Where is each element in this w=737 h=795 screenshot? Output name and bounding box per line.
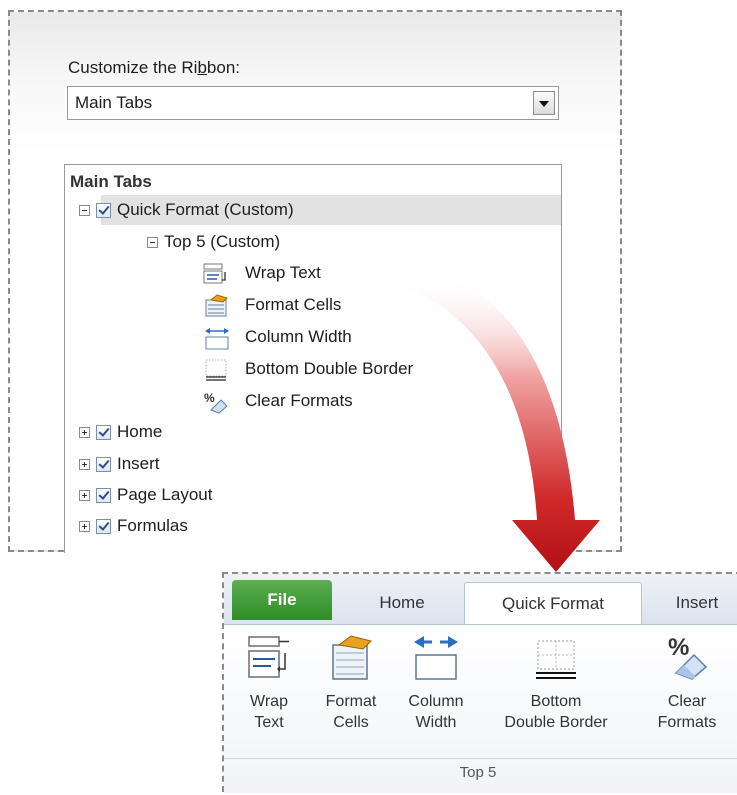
tab-file[interactable]: File: [232, 580, 332, 620]
button-label: Double Border: [504, 714, 608, 731]
wrap-text-icon: [248, 636, 289, 678]
format-cells-button[interactable]: Format Cells: [318, 633, 384, 733]
clear-formats-icon: %: [668, 634, 708, 680]
ribbon-group-top5: Wrap Text Format Cells Column Width Bott…: [224, 624, 737, 793]
ribbon-tab-bar: File Home Quick Format Insert: [224, 574, 737, 625]
button-label: Clear: [667, 693, 707, 710]
bottom-double-border-icon: [536, 640, 576, 679]
svg-text:%: %: [668, 634, 689, 661]
tab-home[interactable]: Home: [352, 582, 452, 624]
column-width-button[interactable]: Column Width: [400, 633, 472, 733]
tab-insert[interactable]: Insert: [652, 582, 737, 624]
wrap-text-button[interactable]: Wrap Text: [238, 633, 300, 733]
button-label: Cells: [333, 714, 369, 731]
column-width-icon: [414, 636, 458, 680]
bottom-double-border-button[interactable]: Bottom Double Border: [488, 633, 624, 733]
group-label-divider: [224, 758, 737, 759]
button-label: Text: [254, 714, 284, 731]
group-label: Top 5: [459, 764, 497, 781]
tab-quick-format[interactable]: Quick Format: [464, 582, 642, 625]
format-cells-icon: [332, 635, 372, 680]
button-label: Wrap: [250, 693, 288, 710]
button-label: Width: [415, 714, 457, 731]
ribbon-preview: File Home Quick Format Insert Wrap Text: [222, 572, 737, 793]
button-label: Format: [325, 693, 377, 710]
clear-formats-button[interactable]: % Clear Formats: [642, 633, 732, 733]
button-label: Column: [408, 693, 464, 710]
button-label: Formats: [657, 714, 717, 731]
button-label: Bottom: [530, 693, 582, 710]
